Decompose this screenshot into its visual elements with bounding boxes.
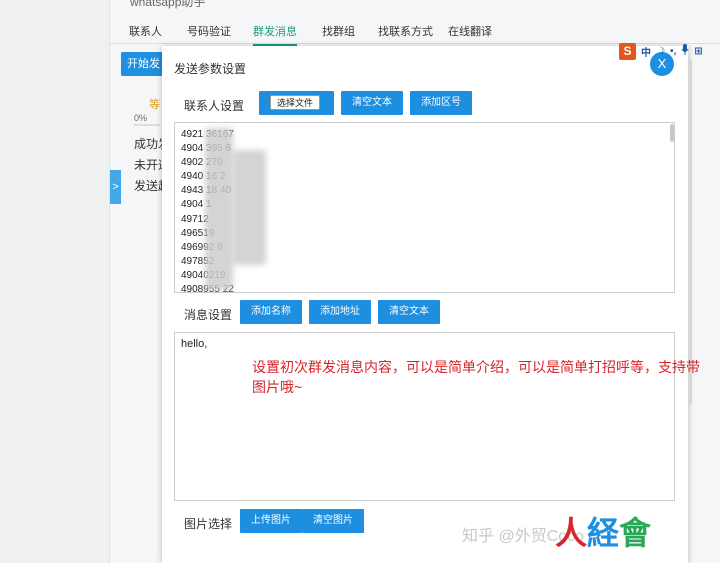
add-area-code-button[interactable]: 添加区号	[410, 91, 472, 115]
upload-image-button[interactable]: 上传图片	[240, 509, 302, 533]
clear-images-button[interactable]: 清空图片	[302, 509, 364, 533]
grid-menu-icon[interactable]: ⊞	[694, 46, 702, 57]
moon-icon[interactable]: ☽	[656, 46, 665, 57]
side-expand-handle[interactable]: >	[110, 170, 121, 204]
tab-translate[interactable]: 在线翻译	[448, 23, 492, 39]
message-content: hello,	[181, 338, 208, 350]
dialog-title: 发送参数设置	[174, 62, 247, 76]
tab-mass-message[interactable]: 群发消息	[253, 23, 297, 46]
add-name-button[interactable]: 添加名称	[240, 300, 302, 324]
privacy-blur	[232, 150, 266, 265]
contacts-scrollbar[interactable]	[670, 124, 674, 142]
main-nav: 联系人 号码验证 群发消息 找群组 找联系方式 在线翻译	[110, 16, 720, 46]
site-logo: 人経會	[555, 515, 652, 551]
chinese-mode-icon[interactable]: 中	[641, 44, 651, 59]
privacy-blur	[205, 128, 233, 290]
add-address-button[interactable]: 添加地址	[309, 300, 371, 324]
app-title: whatsapp助手	[130, 0, 206, 9]
tab-find-groups[interactable]: 找群组	[322, 23, 355, 39]
dialog-scrollbar[interactable]	[688, 60, 692, 405]
left-pane	[0, 0, 110, 563]
contacts-label: 联系人设置	[184, 99, 245, 113]
ime-toolbar: S 中 ☽ •, ⊞	[619, 42, 720, 60]
annotation-text: 设置初次群发消息内容，可以是简单介绍，可以是简单打招呼等，支持带图片哦~	[252, 359, 700, 395]
microphone-icon[interactable]	[681, 44, 689, 58]
sogou-logo-icon[interactable]: S	[619, 42, 636, 60]
progress-bar	[134, 124, 160, 126]
punctuation-icon[interactable]: •,	[670, 46, 676, 57]
tab-contacts[interactable]: 联系人	[129, 23, 162, 39]
images-label: 图片选择	[184, 517, 233, 531]
clear-contacts-button[interactable]: 清空文本	[341, 91, 403, 115]
message-label: 消息设置	[184, 308, 233, 322]
progress-value: 0%	[134, 113, 148, 123]
tab-find-contact[interactable]: 找联系方式	[378, 23, 433, 39]
waiting-status: 等	[149, 99, 160, 111]
clear-message-button[interactable]: 清空文本	[378, 300, 440, 324]
start-send-button[interactable]: 开始发	[121, 52, 163, 76]
choose-file-button[interactable]: 选择文件	[270, 95, 320, 110]
tab-number-verify[interactable]: 号码验证	[187, 23, 231, 39]
